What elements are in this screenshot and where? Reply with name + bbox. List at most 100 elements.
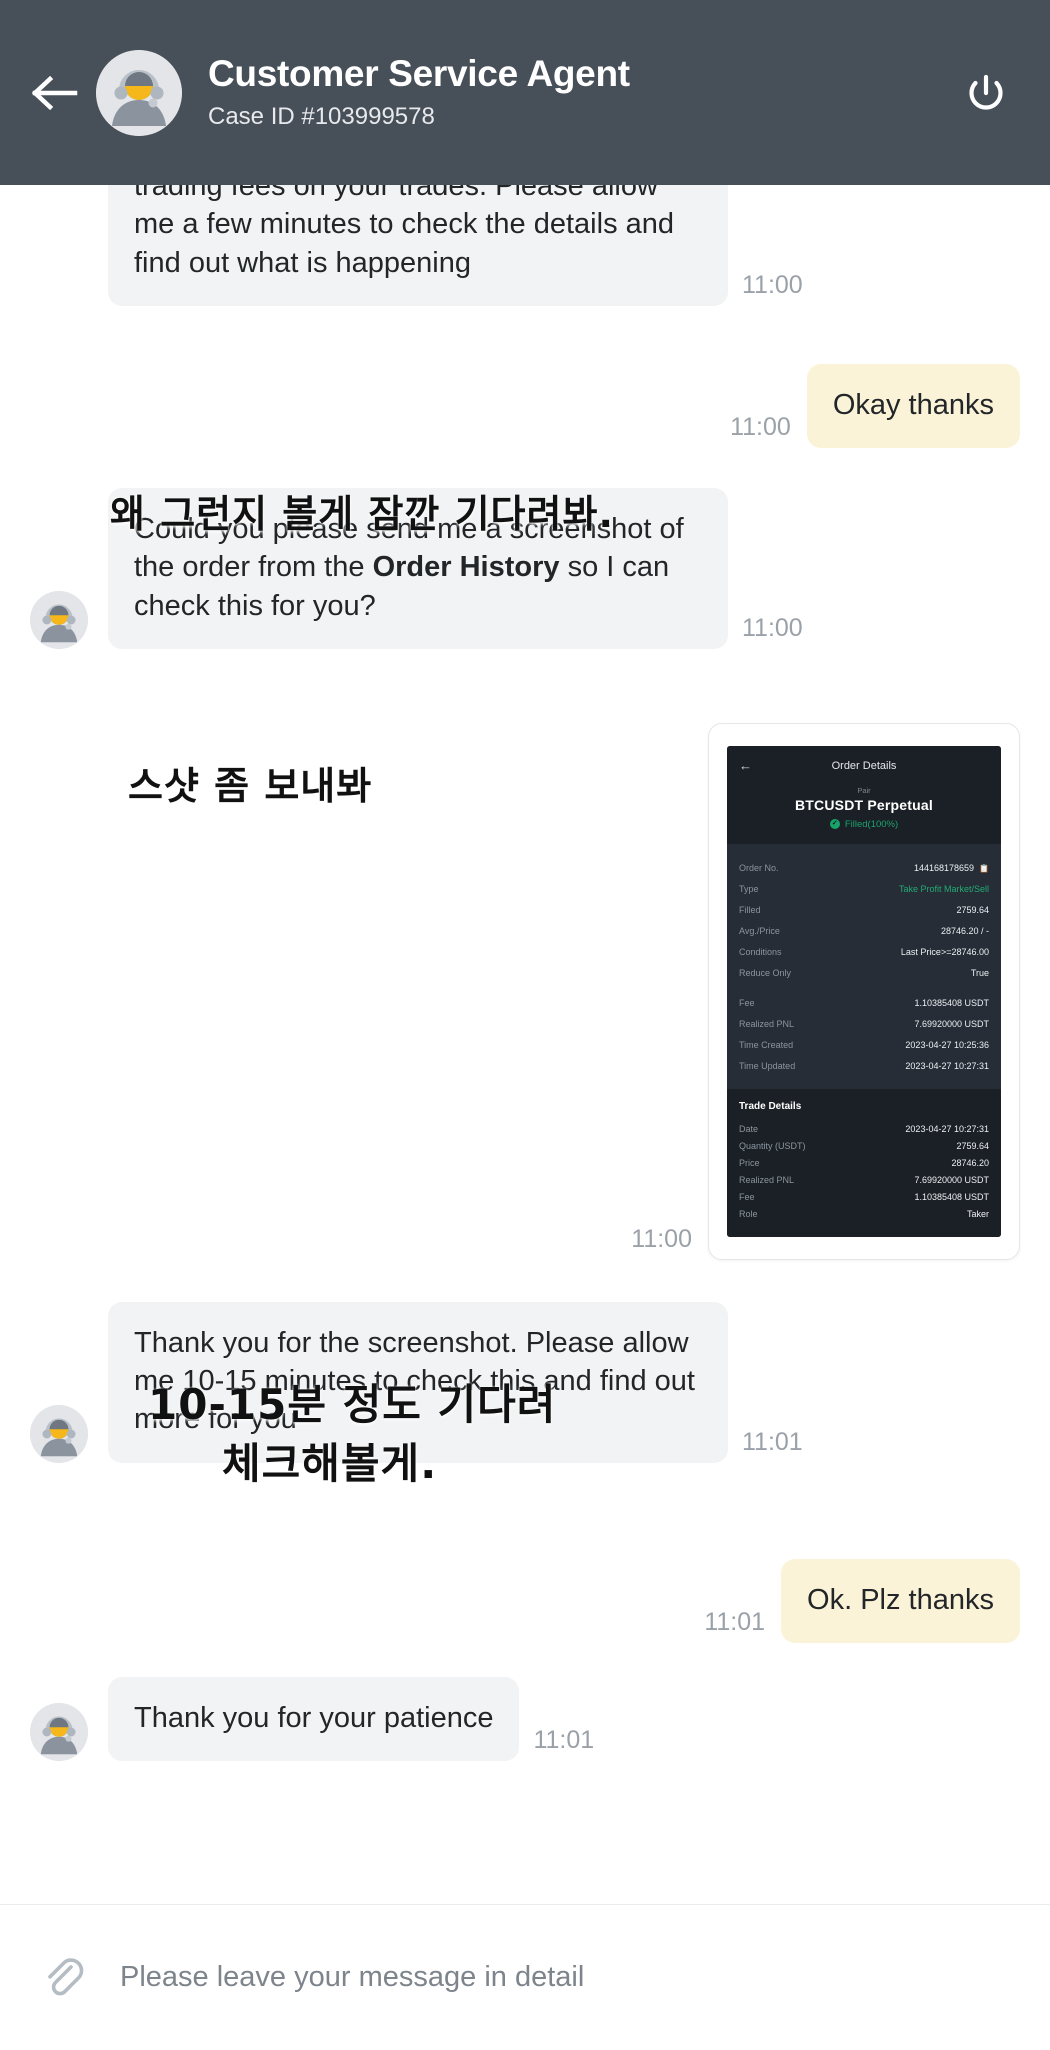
row-key: Type xyxy=(739,884,759,895)
message-text-bold: Order History xyxy=(372,551,560,584)
row-key: Filled xyxy=(739,905,761,916)
agent-headset-avatar xyxy=(30,590,88,649)
row-value: 1.10385408 USDT xyxy=(914,998,989,1009)
chat-screen: Customer Service Agent Case ID #10399957… xyxy=(0,0,1050,2050)
row-value: 28746.20 xyxy=(951,1158,989,1169)
row-value: 2023-04-27 10:27:31 xyxy=(905,1061,989,1072)
trade-details-section: Trade Details Date 2023-04-27 10:27:31 Q… xyxy=(727,1088,1001,1237)
divider xyxy=(739,984,989,993)
table-row: Fee 1.10385408 USDT xyxy=(739,1189,989,1206)
message-bubble-user[interactable]: Ok. Plz thanks xyxy=(781,1558,1020,1643)
row-value: 2023-04-27 10:25:36 xyxy=(905,1040,989,1051)
order-details-header: ← Order Details Pair BTCUSDT Perpetual ✓… xyxy=(727,745,1001,844)
row-key: Realized PNL xyxy=(739,1019,795,1030)
message-bubble-agent[interactable]: Could you please send me a screenshot of… xyxy=(108,488,728,649)
row-value: Last Price>=28746.00 xyxy=(900,947,989,958)
row-key: Fee xyxy=(739,998,755,1009)
table-row: Filled 2759.64 xyxy=(739,900,989,921)
row-key: Role xyxy=(739,1209,758,1220)
message-timestamp: 11:00 xyxy=(742,613,803,642)
message-timestamp: 11:01 xyxy=(704,1607,766,1636)
row-key: Avg./Price xyxy=(739,926,780,937)
message-list[interactable]: trading fees on your trades. Please allo… xyxy=(0,185,1050,1904)
row-key: Fee xyxy=(739,1192,755,1203)
search-input[interactable] xyxy=(120,1961,1020,1994)
row-value: 2759.64 xyxy=(956,1141,989,1152)
row-key: Conditions xyxy=(739,947,782,958)
row-value: 7.69920000 USDT xyxy=(914,1019,989,1030)
status-text: Filled(100%) xyxy=(844,818,899,830)
row-value: Taker xyxy=(966,1209,989,1220)
order-details-screenshot: ← Order Details Pair BTCUSDT Perpetual ✓… xyxy=(727,745,1001,1237)
message-row-agent: Thank you for the screenshot. Please all… xyxy=(30,1301,1020,1463)
row-key: Time Updated xyxy=(739,1061,796,1072)
row-value: 144168178659 📋 xyxy=(913,863,989,874)
case-id-label: Case ID #103999578 xyxy=(208,103,435,131)
table-row: Order No. 144168178659 📋 xyxy=(739,858,989,879)
table-row: Date 2023-04-27 10:27:31 xyxy=(739,1121,989,1138)
status-badge: ✓ Filled(100%) xyxy=(739,819,989,830)
table-row: Realized PNL 7.69920000 USDT xyxy=(739,1014,989,1035)
table-row: Quantity (USDT) 2759.64 xyxy=(739,1138,989,1155)
row-key: Realized PNL xyxy=(739,1175,795,1186)
pair-label: Pair xyxy=(857,785,871,795)
row-key: Price xyxy=(739,1158,760,1169)
page-title: Customer Service Agent xyxy=(208,52,630,94)
row-key: Reduce Only xyxy=(739,968,792,979)
check-icon: ✓ xyxy=(829,819,840,830)
message-row-user: 11:00 Okay thanks xyxy=(30,363,1020,449)
table-row: Fee 1.10385408 USDT xyxy=(739,993,989,1014)
attachment-card[interactable]: ← Order Details Pair BTCUSDT Perpetual ✓… xyxy=(708,722,1020,1260)
table-row: Avg./Price 28746.20 / - xyxy=(739,921,989,942)
order-details-title: Order Details xyxy=(831,759,897,772)
message-row-agent: trading fees on your trades. Please allo… xyxy=(30,185,1020,306)
trade-details-title: Trade Details xyxy=(739,1100,802,1112)
message-timestamp: 11:01 xyxy=(742,1427,803,1456)
row-value: Take Profit Market/Sell xyxy=(898,884,989,895)
message-timestamp: 11:00 xyxy=(631,1224,692,1253)
message-row-agent: Thank you for your patience 11:01 xyxy=(30,1676,1020,1762)
paperclip-icon[interactable] xyxy=(30,1946,94,2010)
row-value: True xyxy=(970,968,989,979)
row-key: Quantity (USDT) xyxy=(739,1141,806,1152)
pair-value: BTCUSDT Perpetual xyxy=(795,796,933,813)
agent-headset-avatar xyxy=(96,49,182,136)
table-row: Time Created 2023-04-27 10:25:36 xyxy=(739,1035,989,1056)
agent-headset-avatar xyxy=(30,1404,88,1463)
table-row: Realized PNL 7.69920000 USDT xyxy=(739,1172,989,1189)
row-key: Order No. xyxy=(739,863,779,874)
back-button[interactable] xyxy=(24,62,86,124)
message-input-bar xyxy=(0,1904,1050,2050)
row-value: 2759.64 xyxy=(956,905,989,916)
row-key: Date xyxy=(739,1124,759,1135)
row-value: 1.10385408 USDT xyxy=(914,1192,989,1203)
message-bubble-user[interactable]: Okay thanks xyxy=(806,363,1020,449)
table-row: Type Take Profit Market/Sell xyxy=(739,879,989,900)
power-button[interactable] xyxy=(956,63,1016,123)
row-value: 2023-04-27 10:27:31 xyxy=(905,1124,989,1135)
message-bubble-agent[interactable]: trading fees on your trades. Please allo… xyxy=(108,185,728,306)
header-text-block: Customer Service Agent Case ID #10399957… xyxy=(208,53,956,133)
agent-headset-avatar xyxy=(30,1703,88,1762)
row-value: 7.69920000 USDT xyxy=(914,1175,989,1186)
copy-icon[interactable]: 📋 xyxy=(979,864,989,873)
app-header: Customer Service Agent Case ID #10399957… xyxy=(0,0,1050,185)
avatar-spacer xyxy=(30,248,88,306)
table-row: Price 28746.20 xyxy=(739,1155,989,1172)
order-details-navbar: ← Order Details xyxy=(739,756,989,776)
table-row: Conditions Last Price>=28746.00 xyxy=(739,942,989,963)
message-timestamp: 11:00 xyxy=(742,270,803,299)
message-bubble-agent[interactable]: Thank you for your patience xyxy=(108,1676,520,1762)
table-row: Reduce Only True xyxy=(739,963,989,984)
message-bubble-agent[interactable]: Thank you for the screenshot. Please all… xyxy=(108,1301,728,1463)
row-value: 28746.20 / - xyxy=(940,926,989,937)
table-row: Role Taker xyxy=(739,1206,989,1223)
table-row: Time Updated 2023-04-27 10:27:31 xyxy=(739,1056,989,1077)
message-timestamp: 11:00 xyxy=(730,413,791,442)
row-key: Time Created xyxy=(739,1040,794,1051)
message-timestamp: 11:01 xyxy=(533,1726,595,1755)
order-info-section: Order No. 144168178659 📋 Type Take Profit… xyxy=(727,843,1001,1089)
message-row-attachment: 11:00 ← Order Details Pair BTCUSDT Perpe… xyxy=(30,722,1020,1260)
message-row-agent: Could you please send me a screenshot of… xyxy=(30,488,1020,649)
message-row-user: 11:01 Ok. Plz thanks xyxy=(30,1558,1020,1643)
